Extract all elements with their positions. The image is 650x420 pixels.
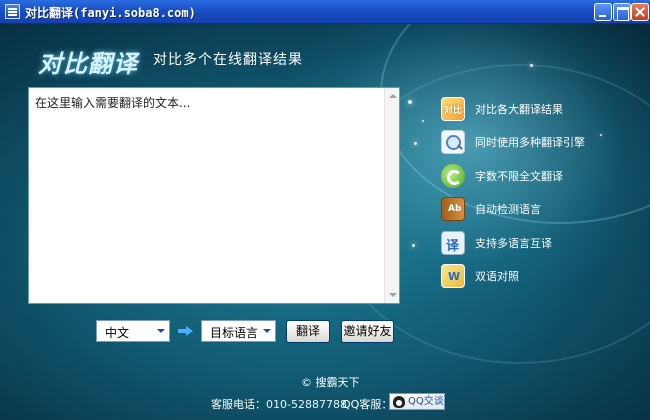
copyright-text: © 搜霸天下 bbox=[301, 376, 360, 389]
main-panel: 对比翻译 对比多个在线翻译结果 在这里输入需要翻译的文本... 对比各大翻译结果… bbox=[0, 24, 650, 420]
scroll-up-icon[interactable] bbox=[386, 89, 399, 103]
scroll-down-icon[interactable] bbox=[386, 288, 399, 302]
source-language-value: 中文 bbox=[105, 326, 130, 340]
target-language-value: 目标语言 bbox=[210, 326, 259, 340]
phone-label: 客服电话： bbox=[211, 398, 266, 411]
translate-icon bbox=[441, 231, 465, 255]
app-icon[interactable] bbox=[5, 4, 20, 19]
decor-sparkle bbox=[408, 100, 412, 104]
minimize-button[interactable] bbox=[594, 3, 612, 21]
source-language-select[interactable]: 中文 bbox=[96, 320, 170, 342]
window-title: 对比翻译(fanyi.soba8.com) bbox=[25, 6, 196, 20]
decor-sparkle bbox=[414, 142, 417, 145]
decor-sparkle bbox=[422, 120, 424, 122]
qq-chat-label: QQ交谈 bbox=[408, 396, 444, 407]
feature-label: 同时使用多种翻译引擎 bbox=[475, 136, 585, 149]
feature-label: 双语对照 bbox=[475, 270, 519, 283]
feature-item: 支持多语言互译 bbox=[441, 230, 631, 256]
chevron-down-icon[interactable] bbox=[259, 321, 275, 341]
arrow-right-icon bbox=[178, 326, 194, 336]
invite-friends-button[interactable]: 邀请好友 bbox=[341, 320, 394, 343]
maximize-button[interactable] bbox=[613, 3, 631, 21]
source-text-placeholder: 在这里输入需要翻译的文本... bbox=[35, 96, 191, 110]
feature-label: 对比各大翻译结果 bbox=[475, 103, 563, 116]
feature-item: 对比各大翻译结果 bbox=[441, 96, 631, 122]
chevron-down-icon[interactable] bbox=[153, 321, 169, 341]
translate-button[interactable]: 翻译 bbox=[286, 320, 330, 343]
feature-label: 字数不限全文翻译 bbox=[475, 170, 563, 183]
close-button[interactable] bbox=[631, 3, 649, 21]
support-phone: 客服电话：010-52887788 bbox=[211, 396, 347, 412]
feature-item: 同时使用多种翻译引擎 bbox=[441, 129, 631, 155]
target-language-select[interactable]: 目标语言 bbox=[201, 320, 276, 342]
feature-label: 自动检测语言 bbox=[475, 203, 541, 216]
feature-item: 双语对照 bbox=[441, 263, 631, 289]
qq-support-label: QQ客服： bbox=[342, 398, 393, 411]
search-icon bbox=[441, 130, 465, 154]
bilingual-icon bbox=[441, 264, 465, 288]
app-subtitle: 对比多个在线翻译结果 bbox=[153, 52, 303, 68]
text-scrollbar[interactable] bbox=[384, 88, 399, 303]
decor-sparkle bbox=[530, 64, 533, 67]
qq-chat-button[interactable]: QQ交谈 bbox=[389, 393, 445, 410]
app-logo: 对比翻译 bbox=[38, 50, 138, 78]
source-text-input[interactable]: 在这里输入需要翻译的文本... bbox=[28, 87, 400, 304]
refresh-icon bbox=[441, 164, 465, 188]
feature-item: 字数不限全文翻译 bbox=[441, 163, 631, 189]
compare-icon bbox=[441, 97, 465, 121]
feature-label: 支持多语言互译 bbox=[475, 237, 552, 250]
feature-item: 自动检测语言 bbox=[441, 196, 631, 222]
qq-penguin-icon bbox=[393, 396, 405, 408]
decor-sparkle bbox=[412, 244, 415, 247]
book-icon bbox=[441, 197, 465, 221]
title-bar[interactable]: 对比翻译(fanyi.soba8.com) bbox=[0, 0, 650, 24]
phone-number: 010-52887788 bbox=[266, 398, 347, 411]
